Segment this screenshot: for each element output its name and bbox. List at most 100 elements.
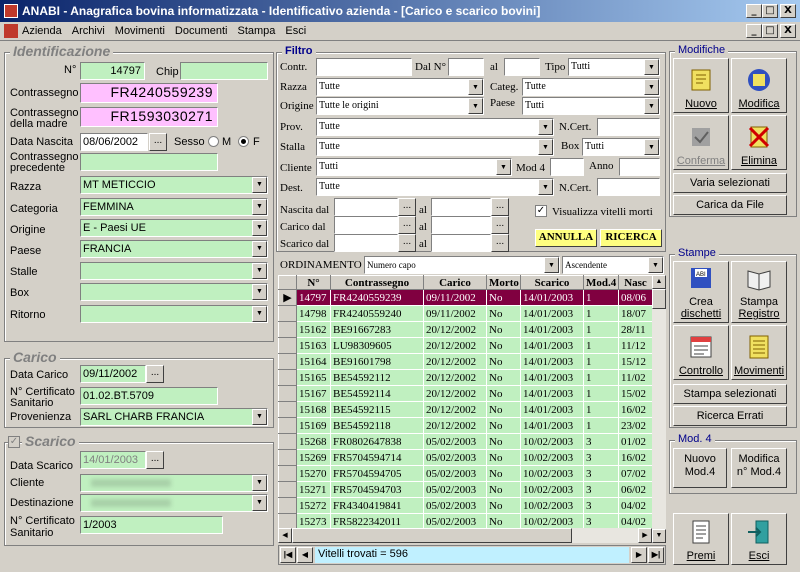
data-scarico-picker-button[interactable]: ... — [146, 451, 164, 469]
row-selector[interactable] — [278, 305, 297, 322]
minimize-button[interactable]: _ — [746, 4, 762, 18]
row-selector[interactable] — [278, 401, 297, 418]
carico-dal-picker-button[interactable]: ... — [398, 216, 416, 234]
filtro-contr-field[interactable] — [316, 58, 412, 76]
table-row[interactable]: 14798 FR4240559240 09/11/2002 No 14/01/2003 1… — [278, 305, 652, 322]
provenienza-select[interactable]: SARL CHARB FRANCIA ▼ — [80, 408, 268, 426]
current-row-arrow-icon[interactable]: ▶ — [278, 289, 297, 306]
chip-field[interactable] — [180, 62, 268, 80]
scarico-al-field[interactable] — [431, 234, 491, 252]
filtro-ncert2-field[interactable] — [597, 178, 660, 196]
data-nascita-field[interactable]: 08/06/2002 — [80, 133, 148, 151]
scroll-right-icon[interactable]: ▶ — [638, 528, 652, 543]
conferma-button[interactable]: Conferma — [673, 115, 729, 170]
scarico-dal-picker-button[interactable]: ... — [398, 234, 416, 252]
table-row[interactable]: 15271 FR5704594703 05/02/2003 No 10/02/2003 3… — [278, 481, 652, 498]
modifica-mod4-button[interactable]: Modifica n° Mod.4 — [731, 448, 787, 488]
child-close-button[interactable]: X — [780, 24, 796, 38]
chevron-down-icon[interactable]: ▼ — [538, 119, 553, 135]
child-minimize-button[interactable]: _ — [746, 24, 762, 38]
chevron-down-icon[interactable]: ▼ — [252, 199, 267, 215]
origine-select[interactable]: E - Paesi UE ▼ — [80, 219, 268, 237]
contr-madre-field[interactable]: FR1593030271 — [80, 107, 218, 127]
row-selector[interactable] — [278, 353, 297, 370]
table-row[interactable]: 15268 FR0802647838 05/02/2003 No 10/02/2003 3… — [278, 433, 652, 450]
col-header[interactable]: Contrassegno — [330, 275, 424, 290]
destinazione-select[interactable]: ▼ — [80, 494, 268, 512]
table-row[interactable]: ▶ 14797 FR4240559239 09/11/2002 No 14/01/2003… — [278, 289, 652, 306]
chevron-down-icon[interactable]: ▼ — [468, 98, 483, 114]
table-row[interactable]: 15165 BE54592112 20/12/2002 No 14/01/2003 1 11… — [278, 369, 652, 386]
next-record-icon[interactable]: ▶ — [631, 547, 647, 563]
modifica-button[interactable]: Modifica — [731, 58, 787, 113]
vitelli-table[interactable]: N° Contrassegno Carico Morto Scarico Mod… — [278, 275, 652, 528]
chevron-down-icon[interactable]: ▼ — [468, 79, 483, 95]
contrassegno-field[interactable]: FR4240559239 — [80, 83, 218, 103]
row-selector[interactable] — [278, 337, 297, 354]
table-row[interactable]: 15167 BE54592114 20/12/2002 No 14/01/2003 1 15… — [278, 385, 652, 402]
chevron-down-icon[interactable]: ▼ — [648, 257, 663, 273]
visualizza-morti-checkbox[interactable]: ✓ — [535, 205, 547, 217]
menu-archivi[interactable]: Archivi — [72, 25, 105, 37]
data-nascita-picker-button[interactable]: ... — [149, 133, 167, 151]
row-selector[interactable] — [278, 497, 297, 514]
scroll-down-icon[interactable]: ▼ — [652, 529, 666, 543]
chevron-down-icon[interactable]: ▼ — [252, 495, 267, 511]
table-row[interactable]: 15163 LU98309605 20/12/2002 No 14/01/2003 1 11… — [278, 337, 652, 354]
sesso-f-radio[interactable] — [238, 136, 249, 147]
ricerca-errati-button[interactable]: Ricerca Errati — [673, 406, 787, 426]
chevron-down-icon[interactable]: ▼ — [538, 139, 553, 155]
carica-da-file-button[interactable]: Carica da File — [673, 195, 787, 215]
premi-button[interactable]: Premi — [673, 513, 729, 565]
nascita-al-field[interactable] — [431, 198, 491, 216]
nascita-dal-field[interactable] — [334, 198, 398, 216]
chevron-down-icon[interactable]: ▼ — [644, 59, 659, 75]
nuovo-button[interactable]: Nuovo — [673, 58, 729, 113]
carico-al-picker-button[interactable]: ... — [491, 216, 509, 234]
carico-al-field[interactable] — [431, 216, 491, 234]
filtro-mod4-field[interactable] — [550, 158, 584, 176]
filtro-al-field[interactable] — [504, 58, 540, 76]
scarico-dal-field[interactable] — [334, 234, 398, 252]
menu-azienda[interactable]: Azienda — [22, 25, 62, 37]
chevron-down-icon[interactable]: ▼ — [252, 263, 267, 279]
nuovo-mod4-button[interactable]: Nuovo Mod.4 — [673, 448, 727, 488]
row-selector[interactable] — [278, 513, 297, 528]
menu-documenti[interactable]: Documenti — [175, 25, 228, 37]
stalle-select[interactable]: ▼ — [80, 262, 268, 280]
varia-selezionati-button[interactable]: Varia selezionati — [673, 173, 787, 193]
table-vscrollbar[interactable]: ▲ ▼ — [652, 275, 666, 543]
row-selector[interactable] — [278, 417, 297, 434]
cliente-select[interactable]: ▼ — [80, 474, 268, 492]
controllo-button[interactable]: Controllo — [673, 325, 729, 380]
ordinamento-dir-select[interactable]: Ascendente ▼ — [562, 256, 664, 274]
data-carico-field[interactable]: 09/11/2002 — [80, 365, 146, 383]
menu-movimenti[interactable]: Movimenti — [115, 25, 165, 37]
data-carico-picker-button[interactable]: ... — [146, 365, 164, 383]
ordinamento-select[interactable]: Numero capo ▼ — [364, 256, 560, 274]
ritorno-select[interactable]: ▼ — [80, 305, 268, 323]
col-header[interactable]: N° — [296, 275, 331, 290]
filtro-dal-n-field[interactable] — [448, 58, 484, 76]
table-row[interactable]: 15273 FR5822342011 05/02/2003 No 10/02/2003 3… — [278, 513, 652, 528]
nascita-dal-picker-button[interactable]: ... — [398, 198, 416, 216]
cert-scarico-field[interactable]: 1/2003 — [80, 516, 223, 534]
filtro-prov-select[interactable]: Tutte ▼ — [316, 118, 554, 136]
filtro-paese-select[interactable]: Tutti ▼ — [522, 97, 660, 115]
row-selector[interactable] — [278, 321, 297, 338]
elimina-button[interactable]: Elimina — [731, 115, 787, 170]
filtro-origine-select[interactable]: Tutte le origini ▼ — [316, 97, 484, 115]
close-button[interactable]: X — [780, 4, 796, 18]
chevron-down-icon[interactable]: ▼ — [644, 98, 659, 114]
chevron-down-icon[interactable]: ▼ — [496, 159, 511, 175]
row-selector[interactable] — [278, 465, 297, 482]
table-row[interactable]: 15169 BE54592118 20/12/2002 No 14/01/2003 1 23… — [278, 417, 652, 434]
chevron-down-icon[interactable]: ▼ — [252, 409, 267, 425]
chevron-down-icon[interactable]: ▼ — [252, 284, 267, 300]
categoria-select[interactable]: FEMMINA ▼ — [80, 198, 268, 216]
table-row[interactable]: 15269 FR5704594714 05/02/2003 No 10/02/2003 3… — [278, 449, 652, 466]
chevron-down-icon[interactable]: ▼ — [252, 220, 267, 236]
scroll-up-icon[interactable]: ▲ — [652, 275, 666, 289]
contr-prec-field[interactable] — [80, 153, 218, 171]
sesso-m-radio[interactable] — [208, 136, 219, 147]
